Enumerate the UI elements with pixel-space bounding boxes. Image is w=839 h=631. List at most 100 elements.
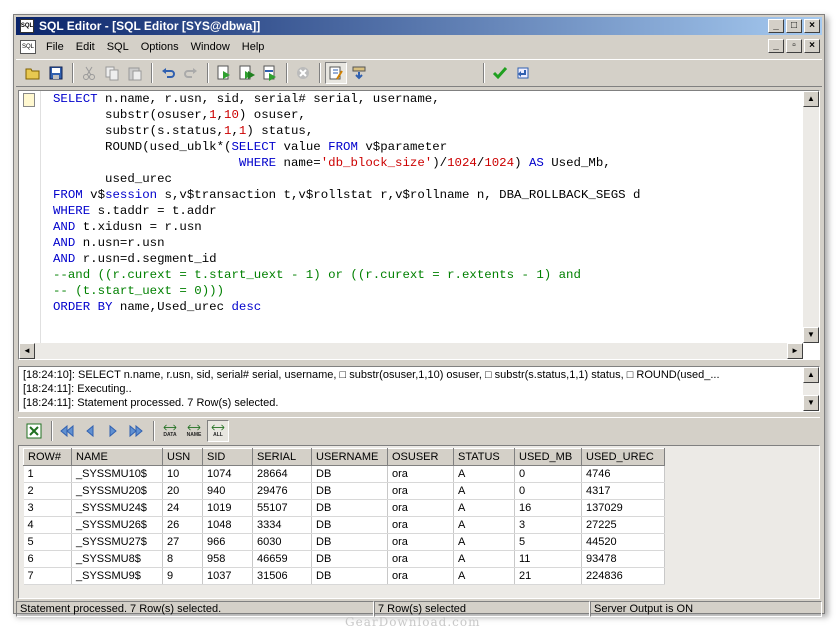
table-cell[interactable]: DB [311, 550, 388, 568]
row-number-cell[interactable]: 2 [23, 482, 72, 500]
row-number-cell[interactable]: 4 [23, 516, 72, 534]
table-cell[interactable]: ora [387, 533, 454, 551]
save-icon[interactable] [45, 62, 67, 84]
log-scroll-down-button[interactable]: ▼ [803, 395, 819, 411]
cut-icon[interactable] [78, 62, 100, 84]
mdi-close-button[interactable]: × [804, 39, 820, 53]
redo-icon[interactable] [180, 62, 202, 84]
table-cell[interactable]: 29476 [252, 482, 312, 500]
table-cell[interactable]: A [453, 482, 515, 500]
table-row[interactable]: 2 _SYSSMU20$ 20 940 29476 DB ora A 0 4317 [23, 482, 665, 500]
table-cell[interactable]: A [453, 465, 515, 483]
table-cell[interactable]: A [453, 567, 515, 585]
table-cell[interactable]: DB [311, 567, 388, 585]
table-cell[interactable]: 1048 [202, 516, 253, 534]
log-scroll-up-button[interactable]: ▲ [803, 367, 819, 383]
mdi-restore-button[interactable]: ▫ [786, 39, 802, 53]
scroll-right-button[interactable]: ► [787, 343, 803, 359]
table-cell[interactable]: ora [387, 567, 454, 585]
table-cell[interactable]: 93478 [581, 550, 665, 568]
column-header-name[interactable]: NAME [71, 448, 163, 466]
table-cell[interactable]: 26 [162, 516, 203, 534]
rollback-icon[interactable] [512, 62, 534, 84]
commit-icon[interactable] [489, 62, 511, 84]
table-cell[interactable]: 24 [162, 499, 203, 517]
table-cell[interactable]: A [453, 550, 515, 568]
table-cell[interactable]: 46659 [252, 550, 312, 568]
table-cell[interactable]: 31506 [252, 567, 312, 585]
sql-editor[interactable]: SELECT n.name, r.usn, sid, serial# seria… [18, 90, 820, 360]
open-folder-icon[interactable] [22, 62, 44, 84]
column-header-used-mb[interactable]: USED_MB [514, 448, 582, 466]
execute-icon[interactable] [213, 62, 235, 84]
table-cell[interactable]: _SYSSMU10$ [71, 465, 163, 483]
table-cell[interactable]: 9 [162, 567, 203, 585]
copy-icon[interactable] [101, 62, 123, 84]
column-header-used-urec[interactable]: USED_UREC [581, 448, 665, 466]
table-cell[interactable]: 5 [514, 533, 582, 551]
menu-edit[interactable]: Edit [70, 41, 101, 53]
fit-all-button[interactable]: ALL [207, 419, 229, 442]
explain-icon[interactable] [348, 62, 370, 84]
execute-current-icon[interactable] [259, 62, 281, 84]
menu-sql[interactable]: SQL [101, 41, 135, 53]
table-cell[interactable]: _SYSSMU20$ [71, 482, 163, 500]
excel-export-icon[interactable] [24, 421, 44, 441]
column-header-status[interactable]: STATUS [453, 448, 515, 466]
table-cell[interactable]: 6030 [252, 533, 312, 551]
table-cell[interactable]: _SYSSMU9$ [71, 567, 163, 585]
table-cell[interactable]: 940 [202, 482, 253, 500]
row-number-cell[interactable]: 3 [23, 499, 72, 517]
table-row[interactable]: 5 _SYSSMU27$ 27 966 6030 DB ora A 5 44520 [23, 533, 665, 551]
table-cell[interactable]: _SYSSMU26$ [71, 516, 163, 534]
table-cell[interactable]: DB [311, 499, 388, 517]
mdi-minimize-button[interactable]: _ [768, 39, 784, 53]
fit-name-button[interactable]: NAME [183, 420, 205, 442]
table-row[interactable]: 1 _SYSSMU10$ 10 1074 28664 DB ora A 0 4746 [23, 465, 665, 483]
table-cell[interactable]: 0 [514, 482, 582, 500]
table-cell[interactable]: 55107 [252, 499, 312, 517]
title-bar[interactable]: SQL SQL Editor - [SQL Editor [SYS@dbwa]]… [16, 17, 822, 35]
table-row[interactable]: 7 _SYSSMU9$ 9 1037 31506 DB ora A 21 224836 [23, 567, 665, 585]
table-cell[interactable]: 20 [162, 482, 203, 500]
table-row[interactable]: 6 _SYSSMU8$ 8 958 46659 DB ora A 11 93478 [23, 550, 665, 568]
table-cell[interactable]: 4746 [581, 465, 665, 483]
row-number-cell[interactable]: 7 [23, 567, 72, 585]
table-cell[interactable]: A [453, 533, 515, 551]
table-row[interactable]: 3 _SYSSMU24$ 24 1019 55107 DB ora A 16 137029 [23, 499, 665, 517]
table-cell[interactable]: 958 [202, 550, 253, 568]
results-grid[interactable]: ROW# NAME USN SID SERIAL USERNAME OSUSER STATUS… [18, 445, 820, 599]
editor-vertical-scrollbar[interactable]: ▲ ▼ [803, 91, 819, 343]
maximize-button[interactable]: □ [786, 19, 802, 33]
table-cell[interactable]: 28664 [252, 465, 312, 483]
execute-script-icon[interactable] [236, 62, 258, 84]
menu-options[interactable]: Options [135, 41, 185, 53]
table-cell[interactable]: 4317 [581, 482, 665, 500]
table-cell[interactable]: 966 [202, 533, 253, 551]
table-cell[interactable]: 0 [514, 465, 582, 483]
table-cell[interactable]: _SYSSMU24$ [71, 499, 163, 517]
menu-window[interactable]: Window [185, 41, 236, 53]
menu-file[interactable]: File [40, 41, 70, 53]
table-cell[interactable]: DB [311, 482, 388, 500]
table-row[interactable]: 4 _SYSSMU26$ 26 1048 3334 DB ora A 3 27225 [23, 516, 665, 534]
log-vertical-scrollbar[interactable]: ▲ ▼ [803, 367, 819, 411]
last-record-icon[interactable] [126, 421, 146, 441]
minimize-button[interactable]: _ [768, 19, 784, 33]
sql-document-icon[interactable]: SQL [20, 40, 36, 54]
column-header-sid[interactable]: SID [202, 448, 253, 466]
row-number-cell[interactable]: 5 [23, 533, 72, 551]
menu-help[interactable]: Help [236, 41, 271, 53]
table-cell[interactable]: ora [387, 516, 454, 534]
column-header-osuser[interactable]: OSUSER [387, 448, 454, 466]
scroll-up-button[interactable]: ▲ [803, 91, 819, 107]
column-header-username[interactable]: USERNAME [311, 448, 388, 466]
prior-record-icon[interactable] [80, 421, 100, 441]
table-cell[interactable]: 27 [162, 533, 203, 551]
column-header-usn[interactable]: USN [162, 448, 203, 466]
table-cell[interactable]: DB [311, 533, 388, 551]
table-cell[interactable]: 1019 [202, 499, 253, 517]
close-button[interactable]: × [804, 19, 820, 33]
output-log[interactable]: [18:24:10]: SELECT n.name, r.usn, sid, s… [18, 366, 820, 412]
sql-code[interactable]: SELECT n.name, r.usn, sid, serial# seria… [53, 91, 640, 315]
